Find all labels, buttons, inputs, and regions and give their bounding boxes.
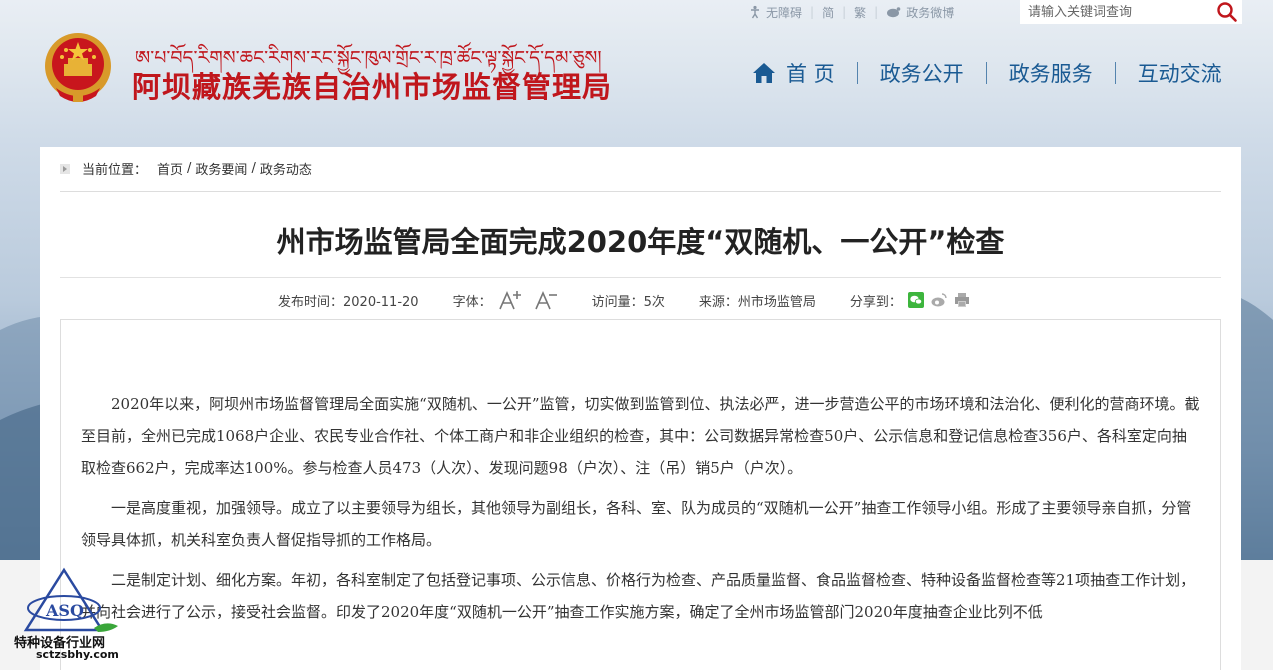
nav-item-interaction[interactable]: 互动交流 — [1116, 58, 1244, 88]
breadcrumb-bullet-icon — [60, 163, 70, 174]
article-content: 2020年以来，阿坝州市场监督管理局全面实施“双随机、一公开”监管，切实做到监管… — [60, 319, 1221, 670]
divider — [60, 191, 1221, 192]
search-box — [1020, 0, 1242, 24]
watermark-letters: ASQ — [45, 601, 84, 620]
article-paragraph: 2020年以来，阿坝州市场监督管理局全面实施“双随机、一公开”监管，切实做到监管… — [81, 395, 1200, 477]
search-icon[interactable] — [1216, 1, 1238, 23]
accessibility-link[interactable]: 无障碍 — [740, 4, 810, 21]
weibo-share-icon[interactable] — [930, 292, 948, 308]
breadcrumb-home[interactable]: 首页 — [157, 159, 183, 178]
article-title: 州市场监管局全面完成2020年度“双随机、一公开”检查 — [276, 225, 1005, 259]
nav-item-government-affairs[interactable]: 政务公开 — [858, 58, 986, 88]
simplified-chinese-link[interactable]: 简 — [814, 4, 842, 21]
font-decrease-button[interactable] — [534, 290, 558, 310]
article-meta: 发布时间：2020-11-20 字体： 访问量：5次 来源：州市场监管局 分享到… — [278, 287, 970, 313]
divider — [60, 277, 1221, 278]
article-card: 当前位置： 首页 / 政务要闻 / 政务动态 州市场监管局全面完成2020年度“… — [40, 147, 1241, 670]
breadcrumb-news[interactable]: 政务要闻 — [195, 159, 247, 178]
breadcrumb: 当前位置： 首页 / 政务要闻 / 政务动态 — [60, 159, 312, 178]
font-increase-button[interactable] — [498, 290, 522, 310]
nav-item-government-services[interactable]: 政务服务 — [987, 58, 1115, 88]
watermark-logo: ASQ 特种设备行业网 sctzsbhy.com — [14, 566, 126, 662]
national-emblem-logo — [45, 33, 111, 102]
nav-divider — [1114, 62, 1116, 84]
top-utility-bar: 无障碍 | 简 | 繁 | 政务微博 — [740, 0, 962, 24]
nav-item-home[interactable]: 首 页 — [730, 58, 857, 88]
publish-date: 发布时间：2020-11-20 — [278, 294, 419, 310]
main-nav: 首 页 政务公开 政务服务 互动交流 — [730, 58, 1244, 88]
home-icon — [753, 63, 775, 83]
wechat-share-icon[interactable] — [907, 292, 924, 308]
font-increase-icon — [498, 291, 521, 310]
article-source: 来源：州市场监管局 — [698, 294, 816, 310]
font-size-controls: 字体： — [453, 290, 558, 310]
nav-divider — [985, 62, 987, 84]
article-paragraph: 一是高度重视，加强领导。成立了以主要领导为组长，其他领导为副组长，各科、室、队为… — [81, 499, 1192, 549]
accessibility-icon — [751, 5, 759, 18]
search-input[interactable] — [1020, 0, 1210, 24]
share-bar: 分享到： — [850, 291, 970, 310]
font-size-label: 字体： — [452, 294, 492, 310]
article-paragraph: 二是制定计划、细化方案。年初，各科室制定了包括登记事项、公示信息、价格行为检查、… — [81, 571, 1196, 621]
font-decrease-icon — [534, 291, 557, 310]
breadcrumb-separator: / — [187, 161, 192, 176]
site-title: 阿坝藏族羌族自治州市场监督管理局 — [132, 70, 613, 104]
site-header: 无障碍 | 简 | 繁 | 政务微博 ཨ་པ་བོད་རིགས་ཆང་རིགས་… — [0, 0, 1273, 130]
weibo-icon — [887, 6, 901, 17]
traditional-chinese-link[interactable]: 繁 — [846, 4, 874, 21]
watermark-url: sctzsbhy.com — [36, 648, 119, 661]
print-icon[interactable] — [954, 292, 970, 308]
breadcrumb-separator: / — [251, 161, 256, 176]
breadcrumb-label: 当前位置： — [82, 163, 148, 178]
share-label: 分享到： — [849, 294, 902, 310]
weibo-link[interactable]: 政务微博 — [878, 4, 962, 21]
asq-triangle-logo: ASQ — [23, 567, 118, 632]
nav-divider — [856, 62, 858, 84]
breadcrumb-current[interactable]: 政务动态 — [260, 159, 312, 178]
view-count: 访问量：5次 — [591, 294, 665, 310]
